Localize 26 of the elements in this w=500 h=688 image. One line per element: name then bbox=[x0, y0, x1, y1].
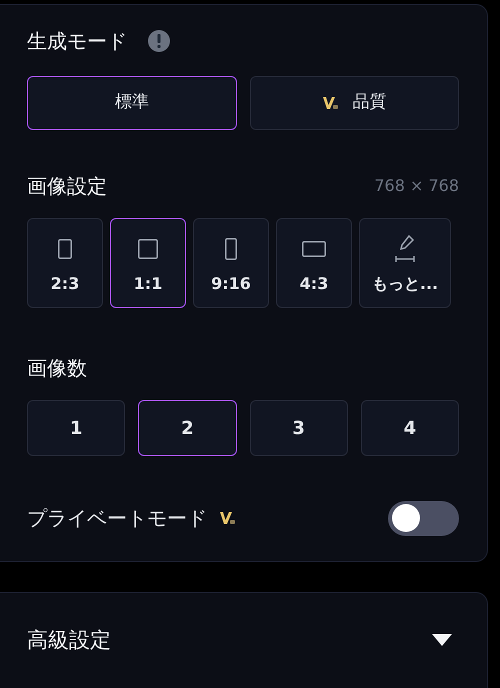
count-button[interactable]: 1 bbox=[27, 400, 126, 456]
mode-button[interactable]: 品質 bbox=[250, 76, 459, 130]
caret-icon bbox=[431, 633, 453, 647]
info-icon bbox=[147, 29, 171, 53]
aspect-ratio-icon bbox=[302, 241, 326, 257]
section-title: 高級設定 bbox=[27, 627, 111, 654]
count-button[interactable]: 2 bbox=[138, 400, 236, 456]
count-button[interactable]: 4 bbox=[360, 400, 459, 456]
toggle-switch[interactable] bbox=[388, 500, 459, 536]
aspect-ratio-icon bbox=[225, 238, 237, 260]
section-title: 画像数 bbox=[27, 355, 87, 382]
count-button[interactable]: 3 bbox=[250, 400, 348, 456]
aspect-ratio-button[interactable]: 9:16 bbox=[193, 218, 269, 308]
section-title: 画像設定 bbox=[27, 173, 107, 200]
aspect-ratio-button[interactable]: もっと... bbox=[359, 218, 451, 308]
section-title: 生成モード bbox=[27, 28, 127, 55]
aspect-ratio-button[interactable]: 1:1 bbox=[110, 218, 186, 308]
private-mode-label: プライベートモード bbox=[27, 505, 207, 532]
mode-button[interactable]: 標準 bbox=[27, 76, 236, 130]
aspect-ratio-icon bbox=[58, 239, 72, 259]
pencil-ruler-icon bbox=[393, 234, 417, 264]
aspect-ratio-button[interactable]: 4:3 bbox=[276, 218, 352, 308]
aspect-ratio-icon bbox=[138, 239, 158, 259]
image-size: 768 × 768 bbox=[374, 175, 459, 197]
advanced-settings-panel[interactable]: 高級設定 bbox=[0, 592, 488, 688]
aspect-ratio-button[interactable]: 2:3 bbox=[27, 218, 103, 308]
